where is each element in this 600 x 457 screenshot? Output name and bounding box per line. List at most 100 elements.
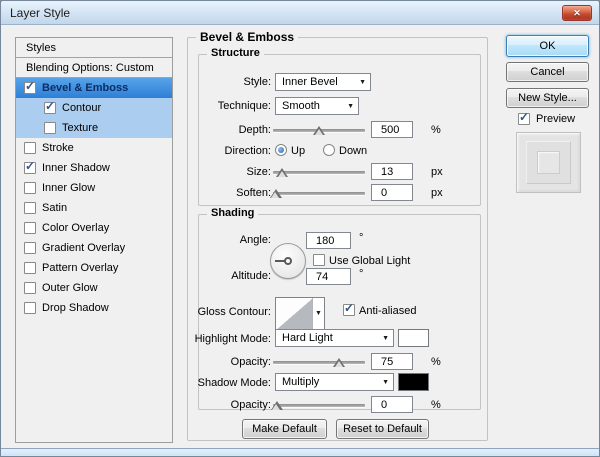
highlight-mode-dropdown[interactable]: Hard Light ▼ xyxy=(275,329,394,347)
angle-dial[interactable] xyxy=(270,243,306,279)
sidebar-item-inner-shadow[interactable]: ✓ Inner Shadow xyxy=(16,158,172,178)
check-icon: ✓ xyxy=(344,301,354,315)
depth-slider-thumb[interactable] xyxy=(313,126,325,135)
sidebar-item-label: Gradient Overlay xyxy=(42,242,125,254)
checkbox[interactable] xyxy=(24,262,36,274)
style-dropdown[interactable]: Inner Bevel ▼ xyxy=(275,73,371,91)
highlight-opacity-thumb[interactable] xyxy=(333,358,345,367)
sidebar-item-contour[interactable]: ✓ Contour xyxy=(16,98,172,118)
depth-slider[interactable] xyxy=(273,129,365,132)
shadow-mode-dropdown[interactable]: Multiply ▼ xyxy=(275,373,394,391)
altitude-input[interactable]: 74 xyxy=(306,268,351,285)
use-global-light-label: Use Global Light xyxy=(329,255,410,267)
shadow-opacity-thumb[interactable] xyxy=(271,401,283,410)
gloss-contour-picker[interactable]: ▼ xyxy=(275,297,325,331)
ok-button[interactable]: OK xyxy=(506,35,589,57)
size-label: Size: xyxy=(247,166,271,178)
check-icon: ✓ xyxy=(45,99,55,113)
sidebar-item-satin[interactable]: Satin xyxy=(16,198,172,218)
sidebar-item-label: Color Overlay xyxy=(42,222,109,234)
style-preview xyxy=(516,132,581,193)
depth-unit: % xyxy=(431,124,441,136)
checkbox[interactable]: ✓ xyxy=(24,82,36,94)
direction-down-radio[interactable] xyxy=(323,144,335,156)
anti-aliased-label: Anti-aliased xyxy=(359,305,416,317)
sidebar-item-inner-glow[interactable]: Inner Glow xyxy=(16,178,172,198)
chevron-down-icon: ▼ xyxy=(347,103,354,110)
bevel-emboss-panel: Bevel & Emboss Structure Style: Inner Be… xyxy=(187,37,488,441)
angle-label: Angle: xyxy=(240,234,271,246)
direction-up-radio[interactable] xyxy=(275,144,287,156)
highlight-opacity-input[interactable]: 75 xyxy=(371,353,413,370)
panel-title: Bevel & Emboss xyxy=(196,30,298,44)
chevron-down-icon[interactable]: ▼ xyxy=(312,298,324,330)
checkbox[interactable] xyxy=(24,242,36,254)
altitude-label: Altitude: xyxy=(231,270,271,282)
sidebar-item-label: Texture xyxy=(62,122,98,134)
sidebar-item-pattern-overlay[interactable]: Pattern Overlay xyxy=(16,258,172,278)
soften-input[interactable]: 0 xyxy=(371,184,413,201)
window-title: Layer Style xyxy=(10,6,70,20)
reset-to-default-button[interactable]: Reset to Default xyxy=(336,419,429,439)
shadow-opacity-slider[interactable] xyxy=(273,404,365,407)
shadow-mode-label: Shadow Mode: xyxy=(198,377,271,389)
titlebar[interactable]: Layer Style ✕ xyxy=(1,1,599,25)
sidebar-item-texture[interactable]: Texture xyxy=(16,118,172,138)
shadow-opacity-unit: % xyxy=(431,399,441,411)
checkbox[interactable] xyxy=(44,122,56,134)
size-input[interactable]: 13 xyxy=(371,163,413,180)
size-slider[interactable] xyxy=(273,171,365,174)
angle-dial-center xyxy=(284,257,292,265)
technique-value: Smooth xyxy=(282,100,320,112)
sidebar-item-styles[interactable]: Styles xyxy=(16,38,172,58)
direction-up-label: Up xyxy=(291,145,305,157)
shadow-opacity-label: Opacity: xyxy=(231,399,271,411)
checkbox[interactable] xyxy=(24,202,36,214)
technique-dropdown[interactable]: Smooth ▼ xyxy=(275,97,359,115)
anti-aliased-checkbox[interactable]: ✓ xyxy=(343,304,355,316)
use-global-light-checkbox[interactable] xyxy=(313,254,325,266)
checkbox[interactable] xyxy=(24,182,36,194)
soften-slider-thumb[interactable] xyxy=(270,189,282,198)
gloss-contour-label: Gloss Contour: xyxy=(198,306,271,318)
sidebar-item-stroke[interactable]: Stroke xyxy=(16,138,172,158)
checkbox[interactable] xyxy=(24,222,36,234)
sidebar-item-drop-shadow[interactable]: Drop Shadow xyxy=(16,298,172,318)
check-icon: ✓ xyxy=(519,110,529,124)
angle-input[interactable]: 180 xyxy=(306,232,351,249)
structure-group: Structure Style: Inner Bevel ▼ Technique… xyxy=(198,54,481,206)
size-slider-thumb[interactable] xyxy=(276,168,288,177)
sidebar-item-label: Styles xyxy=(26,42,56,54)
shading-group: Shading Angle: 180 ° Use Global Light Al… xyxy=(198,214,481,410)
depth-input[interactable]: 500 xyxy=(371,121,413,138)
sidebar-item-label: Stroke xyxy=(42,142,74,154)
check-icon: ✓ xyxy=(25,79,35,93)
soften-slider[interactable] xyxy=(273,192,365,195)
highlight-mode-label: Highlight Mode: xyxy=(195,333,271,345)
checkbox[interactable] xyxy=(24,302,36,314)
shadow-opacity-input[interactable]: 0 xyxy=(371,396,413,413)
soften-label: Soften: xyxy=(236,187,271,199)
chevron-down-icon: ▼ xyxy=(382,379,389,386)
checkbox[interactable] xyxy=(24,282,36,294)
make-default-button[interactable]: Make Default xyxy=(242,419,327,439)
shadow-color-swatch[interactable] xyxy=(398,373,429,391)
checkbox[interactable] xyxy=(24,142,36,154)
shading-group-title: Shading xyxy=(207,207,258,219)
checkbox[interactable]: ✓ xyxy=(44,102,56,114)
preview-checkbox[interactable]: ✓ xyxy=(518,113,530,125)
highlight-opacity-label: Opacity: xyxy=(231,356,271,368)
sidebar-item-label: Drop Shadow xyxy=(42,302,109,314)
highlight-color-swatch[interactable] xyxy=(398,329,429,347)
highlight-opacity-slider[interactable] xyxy=(273,361,365,364)
sidebar-item-outer-glow[interactable]: Outer Glow xyxy=(16,278,172,298)
sidebar-item-bevel-emboss[interactable]: ✓ Bevel & Emboss xyxy=(16,78,172,98)
sidebar-item-gradient-overlay[interactable]: Gradient Overlay xyxy=(16,238,172,258)
sidebar-item-color-overlay[interactable]: Color Overlay xyxy=(16,218,172,238)
close-button[interactable]: ✕ xyxy=(562,5,592,21)
checkbox[interactable]: ✓ xyxy=(24,162,36,174)
sidebar-item-label: Pattern Overlay xyxy=(42,262,118,274)
new-style-button[interactable]: New Style... xyxy=(506,88,589,108)
cancel-button[interactable]: Cancel xyxy=(506,62,589,82)
sidebar-item-blending-options[interactable]: Blending Options: Custom xyxy=(16,58,172,78)
